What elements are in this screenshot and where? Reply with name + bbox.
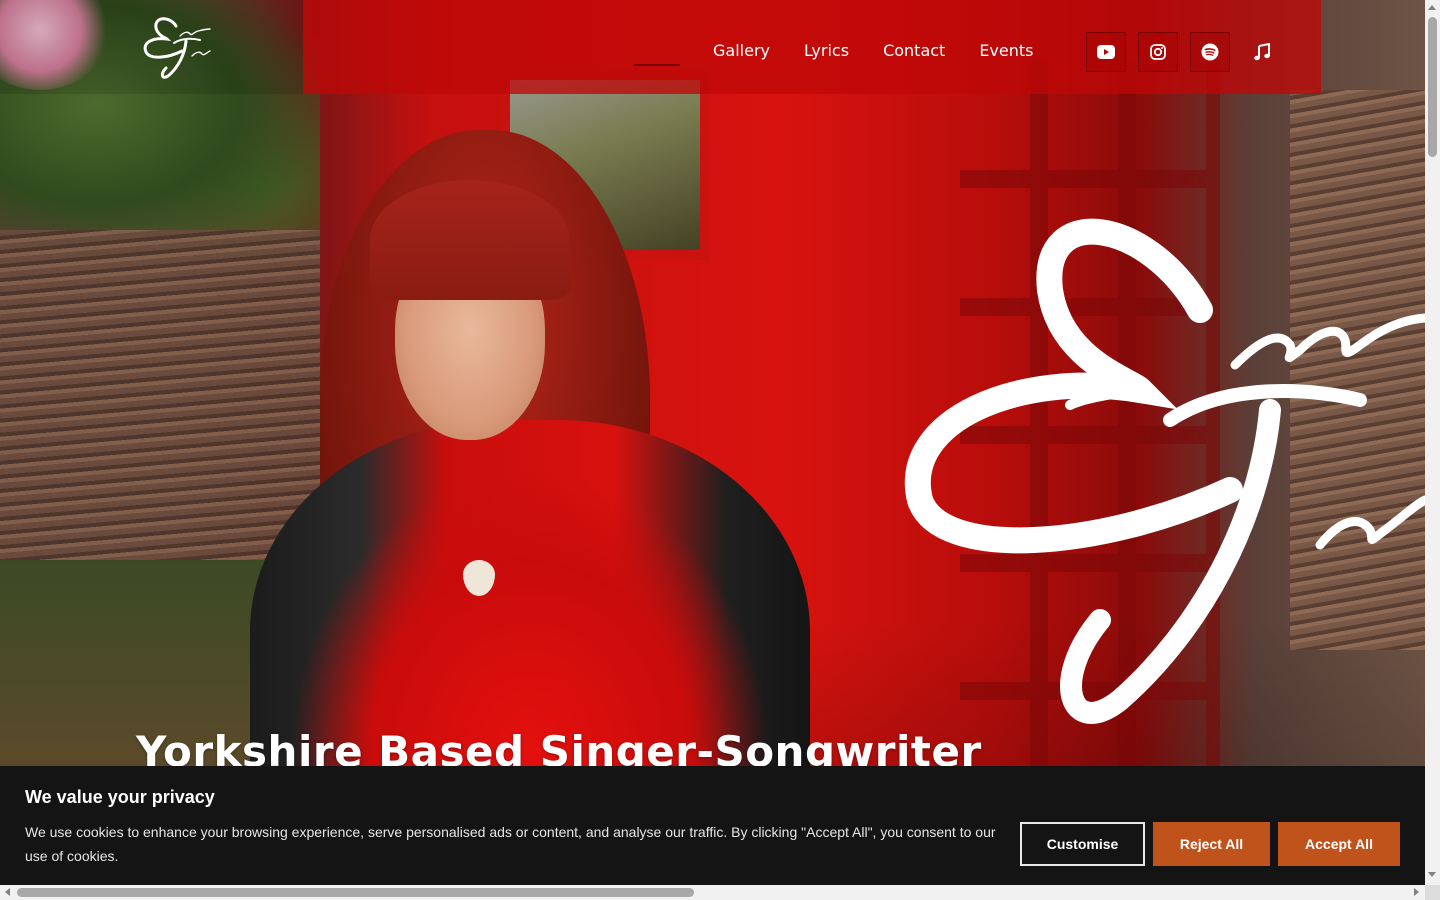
spotify-icon — [1201, 43, 1219, 61]
cookie-consent-banner: We value your privacy We use cookies to … — [0, 766, 1425, 885]
nav-link-events[interactable]: Events — [979, 40, 1033, 62]
nav-link-contact[interactable]: Contact — [883, 40, 945, 62]
cookie-description: We use cookies to enhance your browsing … — [25, 824, 996, 864]
reject-all-button[interactable]: Reject All — [1153, 822, 1270, 866]
scroll-down-arrow-icon[interactable] — [1428, 872, 1436, 877]
cookie-title: We value your privacy — [25, 787, 215, 807]
site-header: Gallery Lyrics Contact Events — [0, 0, 1425, 94]
vertical-scrollbar[interactable] — [1425, 0, 1440, 885]
spotify-link[interactable] — [1190, 32, 1230, 72]
instagram-link[interactable] — [1138, 32, 1178, 72]
nav-link-lyrics[interactable]: Lyrics — [804, 40, 849, 62]
horizontal-scrollbar-thumb[interactable] — [17, 888, 694, 897]
nav-link-gallery[interactable]: Gallery — [713, 40, 770, 62]
site-logo[interactable] — [140, 16, 216, 82]
youtube-link[interactable] — [1086, 32, 1126, 72]
vertical-scrollbar-thumb[interactable] — [1428, 17, 1437, 157]
hero-monogram-logo — [900, 200, 1425, 740]
music-link[interactable] — [1242, 32, 1282, 72]
scroll-right-arrow-icon[interactable] — [1414, 888, 1419, 896]
youtube-icon — [1097, 45, 1115, 59]
music-note-icon — [1254, 43, 1270, 61]
scrollbar-corner — [1425, 885, 1440, 900]
scroll-left-arrow-icon[interactable] — [5, 888, 10, 896]
customise-button[interactable]: Customise — [1020, 822, 1145, 866]
accept-all-button[interactable]: Accept All — [1278, 822, 1400, 866]
hero-person-bangs — [370, 180, 570, 300]
instagram-icon — [1150, 44, 1166, 60]
nav-active-indicator — [634, 64, 680, 66]
scroll-up-arrow-icon[interactable] — [1428, 5, 1436, 10]
social-links — [1086, 32, 1282, 72]
main-nav: Gallery Lyrics Contact Events — [713, 40, 1067, 62]
horizontal-scrollbar[interactable] — [0, 885, 1425, 900]
